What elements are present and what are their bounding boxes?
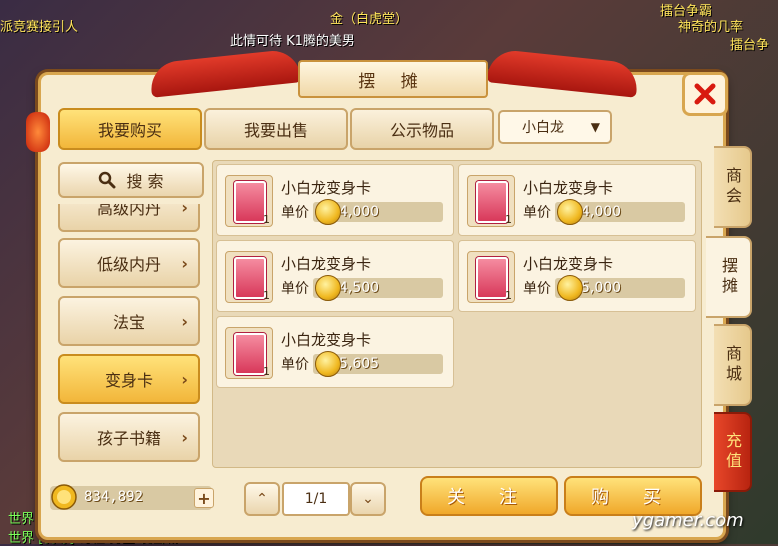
coin-icon: [315, 351, 341, 377]
item-price: 4,000: [581, 204, 622, 220]
follow-button[interactable]: 关 注: [420, 476, 558, 516]
lantern-icon: [26, 112, 50, 152]
listing-card[interactable]: 1 小白龙变身卡 单价 4,000: [458, 164, 696, 236]
item-name: 小白龙变身卡: [281, 179, 372, 197]
window-title: 摆 摊: [298, 60, 488, 98]
price-label: 单价: [523, 205, 551, 221]
listing-card[interactable]: 1 小白龙变身卡 单价 4,500: [216, 240, 454, 312]
item-quantity: 1: [505, 289, 512, 302]
side-tab-stall[interactable]: 摆摊: [706, 236, 752, 318]
side-tab-recharge[interactable]: 充值: [714, 412, 752, 492]
side-tab-mall[interactable]: 商城: [714, 324, 752, 406]
category-label: 高级内丹: [96, 204, 161, 218]
money-value: 834,892: [84, 489, 144, 505]
pet-filter-dropdown[interactable]: 小白龙 ▼: [498, 110, 612, 144]
prev-page-button[interactable]: ⌃: [244, 482, 280, 516]
transform-card-icon: 1: [467, 175, 515, 227]
coin-icon: [315, 199, 341, 225]
bg-chat-line: 世界: [8, 512, 35, 527]
coin-icon: [557, 275, 583, 301]
item-price: 5,000: [581, 280, 622, 296]
chevron-right-icon: ›: [181, 253, 188, 273]
tab-sell[interactable]: 我要出售: [204, 108, 348, 150]
side-tab-chamber[interactable]: 商会: [714, 146, 752, 228]
category-item[interactable]: 高级内丹 ›: [58, 204, 200, 232]
close-button[interactable]: [682, 72, 728, 116]
add-money-button[interactable]: +: [194, 488, 214, 508]
close-x-icon: [694, 83, 716, 105]
search-icon: [99, 171, 116, 189]
item-quantity: 1: [263, 213, 270, 226]
category-label: 变身卡: [104, 371, 153, 390]
money-display: 834,892: [50, 484, 212, 510]
category-label: 孩子书籍: [96, 429, 161, 448]
item-quantity: 1: [505, 213, 512, 226]
chevron-down-icon: ▼: [590, 120, 600, 134]
coin-icon: [51, 484, 77, 510]
bg-chat-line: 擂台争: [730, 38, 770, 53]
bg-chat-line: 此情可待 K1腾的美男: [230, 34, 355, 49]
tab-public-items[interactable]: 公示物品: [350, 108, 494, 150]
bg-chat-line: 派竞赛接引人: [0, 20, 79, 35]
item-name: 小白龙变身卡: [523, 255, 614, 273]
bg-chat-line: 神奇的几率: [678, 20, 744, 35]
chevron-right-icon: ›: [181, 369, 188, 389]
item-quantity: 1: [263, 365, 270, 378]
category-item[interactable]: 孩子书籍 ›: [58, 412, 200, 462]
category-item[interactable]: 变身卡 ›: [58, 354, 200, 404]
price-label: 单价: [281, 281, 309, 297]
category-label: 法宝: [112, 313, 145, 332]
category-item[interactable]: 法宝 ›: [58, 296, 200, 346]
item-name: 小白龙变身卡: [281, 331, 372, 349]
transform-card-icon: 1: [467, 251, 515, 303]
price-label: 单价: [523, 281, 551, 297]
transform-card-icon: 1: [225, 175, 273, 227]
price-label: 单价: [281, 205, 309, 221]
item-name: 小白龙变身卡: [281, 255, 372, 273]
item-price: 4,500: [339, 280, 380, 296]
search-label: 搜 索: [126, 172, 164, 191]
listing-card[interactable]: 1 小白龙变身卡 单价 5,605: [216, 316, 454, 388]
tab-buy[interactable]: 我要购买: [58, 108, 202, 150]
category-list[interactable]: 高级内丹 › 低级内丹 › 法宝 › 变身卡 › 孩子书籍 ›: [56, 204, 204, 466]
price-label: 单价: [281, 357, 309, 373]
page-indicator: 1/1: [282, 482, 350, 516]
listing-card[interactable]: 1 小白龙变身卡 单价 5,000: [458, 240, 696, 312]
chevron-right-icon: ›: [181, 204, 188, 217]
item-name: 小白龙变身卡: [523, 179, 614, 197]
item-price: 4,000: [339, 204, 380, 220]
next-page-button[interactable]: ⌄: [350, 482, 386, 516]
listing-card[interactable]: 1 小白龙变身卡 单价 4,000: [216, 164, 454, 236]
chevron-right-icon: ›: [181, 311, 188, 331]
item-price: 5,605: [339, 356, 380, 372]
transform-card-icon: 1: [225, 327, 273, 379]
transform-card-icon: 1: [225, 251, 273, 303]
item-quantity: 1: [263, 289, 270, 302]
chevron-right-icon: ›: [181, 427, 188, 447]
search-button[interactable]: 搜 索: [58, 162, 204, 198]
category-item[interactable]: 低级内丹 ›: [58, 238, 200, 288]
dropdown-value: 小白龙: [522, 120, 564, 136]
coin-icon: [557, 199, 583, 225]
category-label: 低级内丹: [96, 255, 161, 274]
coin-icon: [315, 275, 341, 301]
watermark: ygamer.com: [632, 510, 744, 531]
bg-chat-line: 金（白虎堂）: [330, 12, 409, 27]
